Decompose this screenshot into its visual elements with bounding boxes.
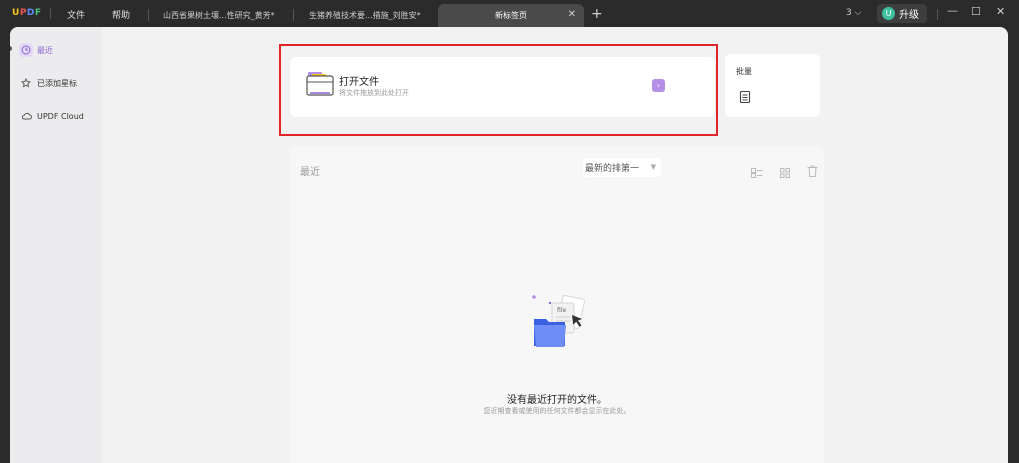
sidebar: 最近 已添加星标 UPDF Cloud (10, 27, 102, 463)
empty-state-title: 没有最近打开的文件。 (507, 395, 607, 406)
trash-icon[interactable] (807, 162, 818, 181)
avatar: U (882, 7, 895, 20)
chevron-down-icon: ⌵ (854, 8, 862, 18)
upgrade-button[interactable]: U 升级 (877, 4, 927, 23)
tab-divider (148, 9, 149, 21)
maximize-icon[interactable]: ☐ (971, 5, 981, 18)
minimize-icon[interactable]: — (947, 4, 958, 17)
highlight-box (279, 44, 718, 136)
empty-state-subtitle: 您近期查看或使用的任何文件都会显示在此处。 (483, 407, 631, 415)
list-view-icon[interactable] (751, 163, 763, 182)
close-window-icon[interactable]: ✕ (996, 5, 1005, 18)
tab-document-1[interactable]: 山西省果树土壤...性研究_黄芳* (163, 4, 288, 27)
sidebar-item-label: 最近 (37, 45, 53, 55)
sidebar-item-starred[interactable]: 已添加星标 (19, 74, 77, 92)
svg-text:file: file (557, 307, 566, 314)
collapse-handle[interactable] (10, 46, 12, 51)
batch-title: 批量 (736, 67, 752, 76)
menu-file[interactable]: 文件 (67, 8, 85, 21)
clock-icon (19, 43, 33, 57)
plus-icon[interactable]: + (591, 6, 603, 22)
divider (50, 8, 51, 19)
tab-label: 山西省果树土壤...性研究_黄芳* (163, 11, 275, 20)
sort-dropdown[interactable]: 最新的排第一 ▼ (583, 158, 661, 177)
sidebar-item-updf-cloud[interactable]: UPDF Cloud (19, 107, 84, 125)
tab-document-2[interactable]: 生猪养殖技术要...措施_刘胜安* (309, 4, 434, 27)
star-icon (19, 76, 33, 90)
window-count[interactable]: 3 ⌵ (846, 8, 861, 18)
stack-icon (738, 89, 752, 108)
sidebar-item-label: UPDF Cloud (37, 111, 84, 121)
tab-new-tab[interactable]: 新标签页 ✕ (438, 4, 584, 27)
close-icon[interactable]: ✕ (568, 9, 576, 20)
sidebar-item-label: 已添加星标 (37, 78, 77, 88)
sidebar-item-recent[interactable]: 最近 (19, 41, 53, 59)
batch-card[interactable]: 批量 (725, 54, 820, 117)
tab-label: 新标签页 (495, 11, 527, 20)
upgrade-label: 升级 (899, 10, 919, 21)
menu-help[interactable]: 帮助 (112, 8, 130, 21)
updf-logo: UPDF (12, 8, 42, 18)
recent-panel: 最近 最新的排第一 ▼ file 没有最近打开的文件。 您近期查看或使用的任何文… (290, 146, 824, 463)
tab-label: 生猪养殖技术要...措施_刘胜安* (309, 11, 421, 20)
grid-view-icon[interactable] (780, 163, 790, 182)
empty-folder-illustration: file (528, 291, 594, 361)
tab-divider (293, 9, 294, 21)
sort-label: 最新的排第一 (585, 164, 640, 174)
divider (937, 9, 938, 20)
title-bar: UPDF 文件 帮助 山西省果树土壤...性研究_黄芳* 生猪养殖技术要...措… (0, 0, 1019, 27)
cloud-icon (19, 109, 33, 123)
caret-down-icon: ▼ (650, 163, 656, 171)
recent-title: 最近 (300, 167, 320, 178)
